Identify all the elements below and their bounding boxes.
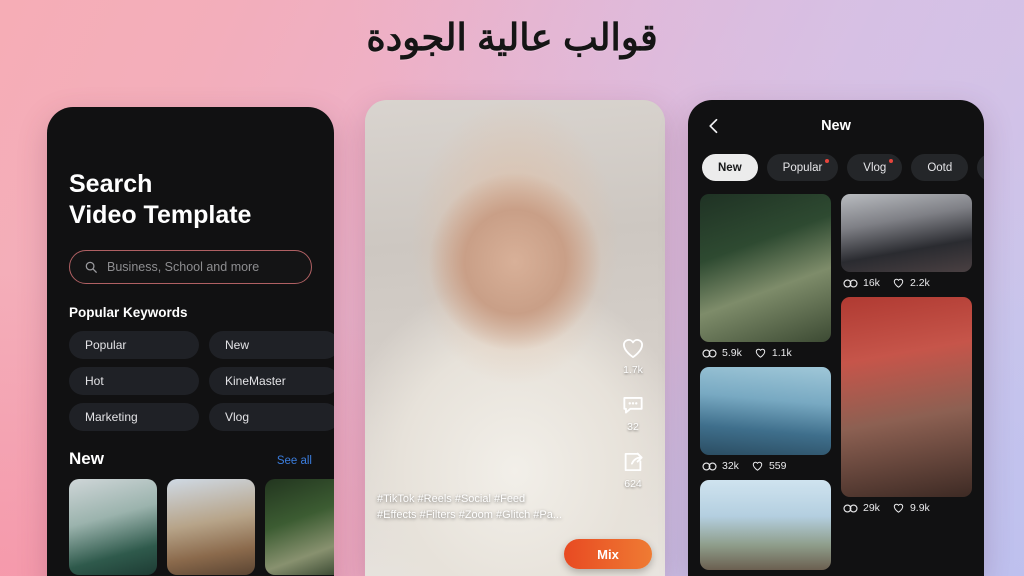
keyword-chip[interactable]: Popular (69, 331, 199, 359)
template-thumbnail[interactable] (265, 479, 334, 575)
search-icon (85, 261, 97, 273)
likes-count: 9.9k (909, 502, 930, 514)
poster-canvas: قوالب عالية الجودة Search Video Template… (0, 0, 1024, 576)
share-count: 624 (624, 478, 642, 490)
views-count: 32k (722, 460, 739, 472)
see-all-link[interactable]: See all (277, 455, 312, 467)
category-title: New (821, 118, 851, 134)
search-heading: Search Video Template (47, 169, 334, 230)
template-card[interactable]: 29k 9.9k (841, 297, 972, 514)
tab-label: New (718, 161, 742, 174)
new-section-header: New See all (47, 449, 334, 469)
views-eye-icon (843, 504, 858, 512)
search-input[interactable]: Business, School and more (69, 250, 312, 284)
share-action[interactable]: 624 (620, 449, 646, 490)
feed-action-rail: 1.7k 32 624 (611, 335, 655, 490)
category-header: New (688, 100, 984, 152)
heart-icon (755, 348, 766, 358)
phone-right-category-screen: New New Popular Vlog Ootd Lab (688, 100, 984, 576)
keyword-chip[interactable]: New (209, 331, 334, 359)
feed-hashtags: #TikTok #Reels #Social #Feed #Effects #F… (377, 492, 607, 524)
keyword-chip-list: Popular New Hot KineMaster Marketing Vlo… (47, 331, 334, 431)
views-count: 16k (863, 277, 880, 289)
comment-count: 32 (627, 421, 639, 433)
likes-stat: 1.1k (754, 347, 792, 359)
likes-stat: 9.9k (892, 502, 930, 514)
notification-dot-icon (825, 159, 830, 163)
tab-label: Ootd (927, 161, 953, 174)
template-thumbnail[interactable] (167, 479, 255, 575)
template-grid-column-left: 5.9k 1.1k 32k 559 (700, 194, 831, 570)
new-section-title: New (69, 449, 104, 468)
new-template-thumbnails (47, 479, 334, 575)
template-grid-column-right: 16k 2.2k 29k 9.9k (841, 194, 972, 570)
phone-center-feed-screen: 1.7k 32 624 #TikTok #Reels #Social #Feed… (365, 100, 665, 576)
popular-keywords-label: Popular Keywords (69, 305, 188, 320)
likes-count: 1.1k (771, 347, 792, 359)
keyword-chip[interactable]: Vlog (209, 403, 334, 431)
hashtags-line-1: #TikTok #Reels #Social #Feed (377, 493, 526, 506)
likes-stat: 559 (751, 460, 787, 472)
tab-label: Popular (782, 161, 823, 174)
template-card-meta: 16k 2.2k (841, 277, 972, 289)
tab-new[interactable]: New (702, 154, 758, 181)
template-card-meta: 29k 9.9k (841, 502, 972, 514)
tab-label: Vlog (863, 161, 887, 174)
likes-stat: 2.2k (892, 277, 930, 289)
template-card[interactable]: 16k 2.2k (841, 194, 972, 289)
tab-vlog[interactable]: Vlog (847, 154, 903, 181)
mix-button[interactable]: Mix (564, 539, 652, 569)
views-count: 5.9k (722, 347, 742, 359)
page-title: قوالب عالية الجودة (366, 17, 658, 58)
search-heading-line1: Search (69, 170, 153, 198)
heart-icon (622, 339, 644, 359)
views-stat: 29k (843, 502, 880, 514)
template-thumbnail[interactable] (841, 194, 972, 272)
tab-label-partial[interactable]: Lab (977, 154, 984, 181)
views-stat: 32k (702, 460, 739, 472)
template-thumbnail[interactable] (69, 479, 157, 575)
views-stat: 5.9k (702, 347, 742, 359)
views-count: 29k (863, 502, 880, 514)
template-thumbnail[interactable] (700, 194, 831, 342)
template-thumbnail[interactable] (700, 480, 831, 570)
keyword-chip[interactable]: KineMaster (209, 367, 334, 395)
tab-ootd[interactable]: Ootd (911, 154, 969, 181)
category-tab-bar: New Popular Vlog Ootd Lab (688, 154, 984, 184)
search-heading-line2: Video Template (69, 200, 252, 229)
search-placeholder-text: Business, School and more (107, 260, 260, 274)
share-icon (624, 452, 643, 472)
views-eye-icon (843, 279, 858, 287)
heart-icon (752, 461, 763, 471)
likes-count: 559 (768, 460, 787, 472)
views-stat: 16k (843, 277, 880, 289)
tab-popular[interactable]: Popular (766, 154, 839, 181)
template-card[interactable]: 5.9k 1.1k (700, 194, 831, 359)
heart-icon (893, 503, 904, 513)
template-grid: 5.9k 1.1k 32k 559 16k 2.2k 29k 9.9k (688, 184, 984, 570)
keyword-chip[interactable]: Hot (69, 367, 199, 395)
template-card-meta: 5.9k 1.1k (700, 347, 831, 359)
notification-dot-icon (889, 159, 894, 163)
hashtags-line-2: #Effects #Filters #Zoom #Glitch #Pa... (377, 509, 563, 522)
template-thumbnail[interactable] (841, 297, 972, 497)
phone-left-search-screen: Search Video Template Business, School a… (47, 107, 334, 576)
keyword-chip[interactable]: Marketing (69, 403, 199, 431)
template-card[interactable]: 32k 559 (700, 367, 831, 472)
views-eye-icon (702, 349, 717, 357)
comment-action[interactable]: 32 (620, 392, 646, 433)
comment-icon (623, 397, 643, 414)
template-card[interactable] (700, 480, 831, 570)
like-count: 1.7k (623, 364, 643, 376)
like-action[interactable]: 1.7k (620, 335, 646, 376)
template-card-meta: 32k 559 (700, 460, 831, 472)
template-thumbnail[interactable] (700, 367, 831, 455)
views-eye-icon (702, 462, 717, 470)
likes-count: 2.2k (909, 277, 930, 289)
heart-icon (893, 278, 904, 288)
